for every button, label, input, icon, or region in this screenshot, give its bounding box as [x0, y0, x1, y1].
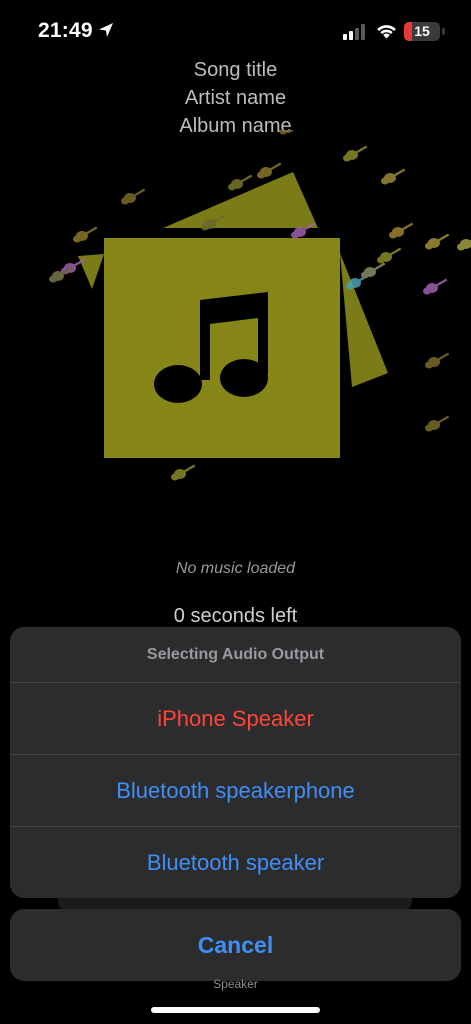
iphone-speaker-option[interactable]: iPhone Speaker [10, 682, 461, 755]
song-title: Song title [193, 59, 278, 81]
album-artwork [104, 238, 340, 458]
battery-level: 15 [414, 23, 430, 39]
cancel-button[interactable]: Cancel [10, 909, 461, 981]
cellular-signal-icon [343, 24, 365, 40]
wifi-icon [377, 25, 396, 39]
location-arrow-icon [99, 23, 113, 37]
status-time: 21:49 [38, 19, 93, 42]
output-route-label: Speaker [213, 977, 258, 991]
artwork-area [49, 130, 471, 481]
time-left: 0 seconds left [173, 605, 298, 627]
playback-status: No music loaded [175, 560, 296, 577]
action-sheet-title: Selecting Audio Output [146, 646, 325, 663]
status-bar: 21:49 15 [0, 0, 471, 62]
audio-output-action-sheet: Selecting Audio Output iPhone Speaker Bl… [10, 627, 461, 898]
bluetooth-speaker-option[interactable]: Bluetooth speaker [10, 826, 461, 898]
artist-name: Artist name [184, 87, 287, 109]
battery-cap [442, 28, 445, 35]
home-indicator[interactable] [151, 1007, 320, 1013]
battery-icon: 15 [404, 22, 440, 41]
artwork-back-tile [78, 254, 104, 289]
bluetooth-speakerphone-option[interactable]: Bluetooth speakerphone [10, 754, 461, 827]
